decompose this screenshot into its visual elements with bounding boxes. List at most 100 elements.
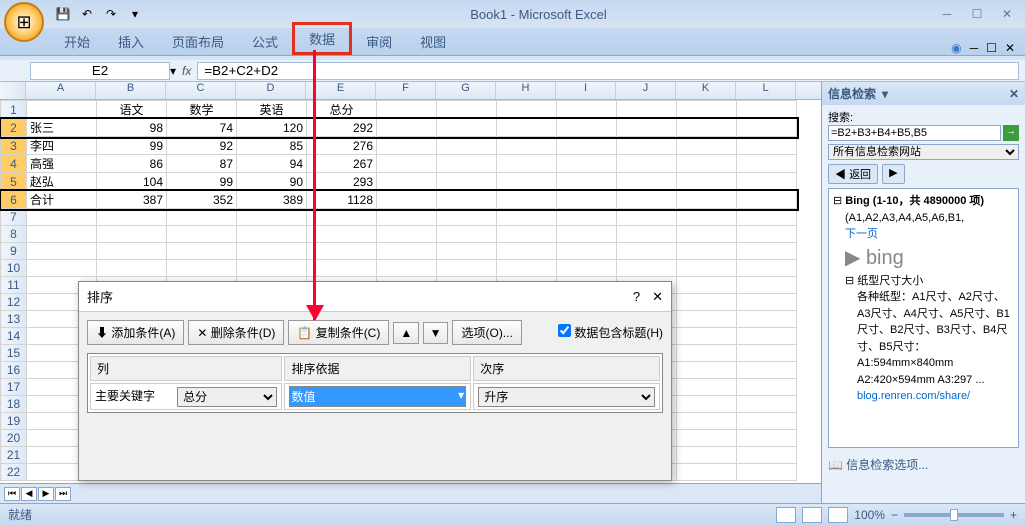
- cell[interactable]: 高强: [27, 155, 97, 173]
- row-header[interactable]: 4: [1, 155, 27, 173]
- move-up-button[interactable]: ▲: [393, 322, 419, 344]
- maximize-button[interactable]: ☐: [963, 4, 991, 24]
- cell[interactable]: 英语: [237, 101, 307, 119]
- fx-icon[interactable]: fx: [182, 64, 191, 78]
- col-header-b[interactable]: B: [96, 82, 166, 99]
- col-header-f[interactable]: F: [376, 82, 436, 99]
- cell[interactable]: 74: [167, 119, 237, 137]
- col-header-d[interactable]: D: [236, 82, 306, 99]
- cell[interactable]: 90: [237, 173, 307, 191]
- qat-dropdown-icon[interactable]: ▾: [126, 5, 144, 23]
- sort-on-select[interactable]: 数值 ▾: [289, 386, 466, 407]
- dialog-help-icon[interactable]: ?: [633, 289, 640, 304]
- view-layout-button[interactable]: [802, 507, 822, 523]
- cell[interactable]: 389: [237, 191, 307, 209]
- help-icon[interactable]: ◉: [951, 41, 961, 55]
- view-pagebreak-button[interactable]: [828, 507, 848, 523]
- cell[interactable]: 87: [167, 155, 237, 173]
- dropdown-icon[interactable]: ▾: [170, 64, 176, 78]
- next-sheet-button[interactable]: ▶: [38, 487, 54, 501]
- delete-level-button[interactable]: ✕ 删除条件(D): [188, 320, 284, 345]
- add-level-button[interactable]: ⬇ 添加条件(A): [87, 320, 184, 345]
- doc-restore-icon[interactable]: ☐: [986, 41, 997, 55]
- dialog-close-icon[interactable]: ✕: [652, 289, 663, 305]
- col-header-g[interactable]: G: [436, 82, 496, 99]
- forward-button[interactable]: ▶: [882, 164, 904, 184]
- cell[interactable]: 98: [97, 119, 167, 137]
- cell[interactable]: 李四: [27, 137, 97, 155]
- options-button[interactable]: 选项(O)...: [452, 320, 521, 345]
- cell[interactable]: 85: [237, 137, 307, 155]
- cell[interactable]: 99: [97, 137, 167, 155]
- row-header[interactable]: 5: [1, 173, 27, 191]
- col-header-i[interactable]: I: [556, 82, 616, 99]
- minimize-button[interactable]: ─: [933, 4, 961, 24]
- col-header-e[interactable]: E: [306, 82, 376, 99]
- result-item-link[interactable]: blog.renren.com/share/: [857, 390, 970, 402]
- back-button[interactable]: ◀ 返回: [828, 164, 878, 184]
- col-header-h[interactable]: H: [496, 82, 556, 99]
- col-header-j[interactable]: J: [616, 82, 676, 99]
- col-header-l[interactable]: L: [736, 82, 796, 99]
- move-down-button[interactable]: ▼: [423, 322, 449, 344]
- cell[interactable]: 合计: [27, 191, 97, 209]
- pane-close-icon[interactable]: ✕: [1009, 87, 1019, 101]
- tab-home[interactable]: 开始: [50, 28, 104, 55]
- name-box[interactable]: [30, 62, 170, 80]
- next-page-link[interactable]: 下一页: [845, 228, 878, 240]
- tab-formulas[interactable]: 公式: [238, 28, 292, 55]
- undo-icon[interactable]: ↶: [78, 5, 96, 23]
- cell[interactable]: 张三: [27, 119, 97, 137]
- cell[interactable]: 语文: [97, 101, 167, 119]
- cell[interactable]: 120: [237, 119, 307, 137]
- cell[interactable]: 1128: [307, 191, 377, 209]
- prev-sheet-button[interactable]: ◀: [21, 487, 37, 501]
- cell[interactable]: 267: [307, 155, 377, 173]
- tab-page-layout[interactable]: 页面布局: [158, 28, 238, 55]
- cell[interactable]: 数学: [167, 101, 237, 119]
- col-header-a[interactable]: A: [26, 82, 96, 99]
- cell[interactable]: 104: [97, 173, 167, 191]
- first-sheet-button[interactable]: ⏮: [4, 487, 20, 501]
- close-button[interactable]: ✕: [993, 4, 1021, 24]
- last-sheet-button[interactable]: ⏭: [55, 487, 71, 501]
- cell[interactable]: 99: [167, 173, 237, 191]
- sort-order-select[interactable]: 升序: [478, 387, 655, 407]
- row-header[interactable]: 2: [1, 119, 27, 137]
- search-scope-select[interactable]: 所有信息检索网站: [828, 144, 1019, 160]
- pane-dropdown-icon[interactable]: ▾: [882, 87, 888, 101]
- tab-view[interactable]: 视图: [406, 28, 460, 55]
- cell[interactable]: 86: [97, 155, 167, 173]
- row-header[interactable]: 1: [1, 101, 27, 119]
- select-all-corner[interactable]: [0, 82, 26, 99]
- search-go-icon[interactable]: →: [1003, 125, 1019, 141]
- redo-icon[interactable]: ↷: [102, 5, 120, 23]
- cell[interactable]: 352: [167, 191, 237, 209]
- row-header[interactable]: 6: [1, 191, 27, 209]
- doc-close-icon[interactable]: ✕: [1005, 41, 1015, 55]
- cell[interactable]: 276: [307, 137, 377, 155]
- search-input[interactable]: [828, 125, 1001, 141]
- cell[interactable]: 总分: [307, 101, 377, 119]
- zoom-in-button[interactable]: +: [1010, 508, 1017, 522]
- row-header[interactable]: 3: [1, 137, 27, 155]
- tab-insert[interactable]: 插入: [104, 28, 158, 55]
- tab-review[interactable]: 审阅: [352, 28, 406, 55]
- col-header-c[interactable]: C: [166, 82, 236, 99]
- view-normal-button[interactable]: [776, 507, 796, 523]
- formula-input[interactable]: [197, 62, 1019, 80]
- cell[interactable]: 293: [307, 173, 377, 191]
- col-header-k[interactable]: K: [676, 82, 736, 99]
- cell[interactable]: 387: [97, 191, 167, 209]
- research-options-link[interactable]: 信息检索选项...: [846, 458, 928, 472]
- zoom-out-button[interactable]: −: [891, 508, 898, 522]
- headers-checkbox[interactable]: [558, 324, 571, 337]
- save-icon[interactable]: 💾: [54, 5, 72, 23]
- active-cell[interactable]: 292: [307, 119, 377, 137]
- copy-level-button[interactable]: 📋 复制条件(C): [288, 320, 389, 345]
- cell[interactable]: 92: [167, 137, 237, 155]
- office-button[interactable]: ⊞: [4, 2, 44, 42]
- doc-minimize-icon[interactable]: ─: [970, 41, 979, 55]
- cell[interactable]: 94: [237, 155, 307, 173]
- sort-column-select[interactable]: 总分: [177, 387, 277, 407]
